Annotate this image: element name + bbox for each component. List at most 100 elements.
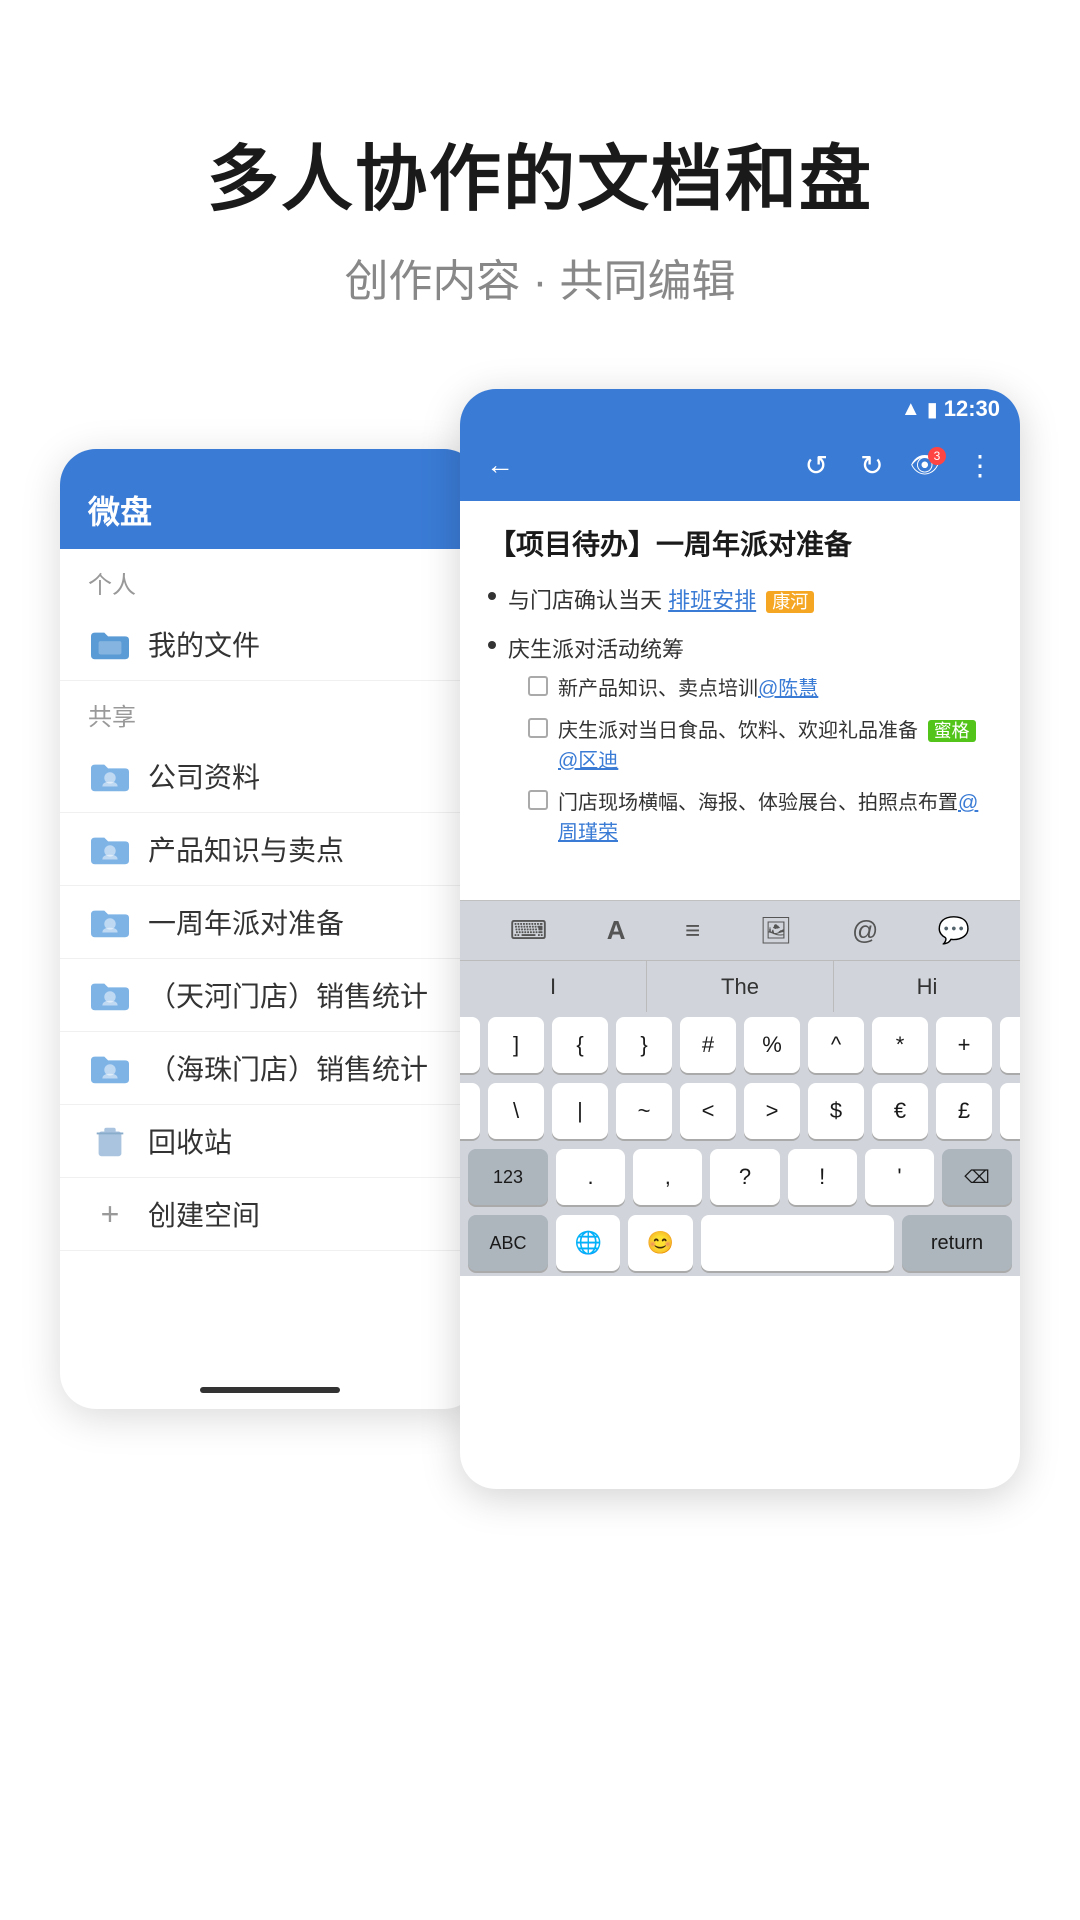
sidebar-item-trash[interactable]: 回收站 — [60, 1105, 480, 1178]
key-percent[interactable]: % — [744, 1017, 800, 1073]
key-asterisk[interactable]: * — [872, 1017, 928, 1073]
checkbox-item-2: 庆生派对当日食品、饮料、欢迎礼品准备 蜜格 @区迪 — [528, 716, 992, 776]
key-abc[interactable]: ABC — [468, 1215, 548, 1271]
back-button[interactable]: ← — [480, 443, 520, 487]
status-bar: ▲ ▮ 12:30 — [460, 389, 1020, 429]
key-backslash[interactable]: \ — [488, 1083, 544, 1139]
key-pound[interactable]: £ — [936, 1083, 992, 1139]
key-plus[interactable]: + — [936, 1017, 992, 1073]
mention-zhourong: @周瑾荣 — [558, 792, 978, 844]
keyboard-body: [ ] { } # % ^ * + = _ \ | ~ < > $ € — [460, 1012, 1020, 1276]
bullet-2-content: 庆生派对活动统筹 新产品知识、卖点培训@陈慧 庆生派对当日食品、饮料、欢迎礼品准… — [508, 633, 992, 860]
bullet-1-content: 与门店确认当天 排班安排 康河 — [508, 584, 814, 617]
weipan-title: 微盘 — [88, 487, 152, 533]
bullet-2-text: 庆生派对活动统筹 — [508, 633, 992, 666]
key-brace-close[interactable]: } — [616, 1017, 672, 1073]
bullet-1-link: 排班安排 — [668, 588, 756, 613]
haizhu-folder-icon — [88, 1046, 132, 1090]
phone-left: 微盘 个人 我的文件 共享 公司资料 — [60, 449, 480, 1409]
key-bracket-open[interactable]: [ — [460, 1017, 480, 1073]
sidebar-item-product[interactable]: 产品知识与卖点 — [60, 813, 480, 886]
suggestion-i[interactable]: I — [460, 961, 647, 1012]
key-space[interactable] — [701, 1215, 894, 1271]
key-row-1: [ ] { } # % ^ * + = — [460, 1012, 1020, 1078]
bullet-dot-2 — [488, 641, 496, 649]
mention-icon[interactable]: @ — [844, 907, 886, 954]
key-question[interactable]: ? — [710, 1149, 779, 1205]
hero-title: 多人协作的文档和盘 — [207, 120, 873, 225]
key-apostrophe[interactable]: ' — [865, 1149, 934, 1205]
checkbox-3-text: 门店现场横幅、海报、体验展台、拍照点布置@周瑾荣 — [558, 788, 992, 848]
sidebar-item-myfiles[interactable]: 我的文件 — [60, 608, 480, 681]
list-icon[interactable]: ≡ — [677, 907, 708, 954]
image-icon[interactable]: 🖼 — [752, 907, 801, 954]
key-comma[interactable]: , — [633, 1149, 702, 1205]
sidebar-item-tianhe[interactable]: （天河门店）销售统计 — [60, 959, 480, 1032]
key-less[interactable]: < — [680, 1083, 736, 1139]
mention-qudi: @区迪 — [558, 750, 618, 772]
key-dollar[interactable]: $ — [808, 1083, 864, 1139]
checkbox-1-text: 新产品知识、卖点培训@陈慧 — [558, 674, 818, 704]
key-tilde[interactable]: ~ — [616, 1083, 672, 1139]
key-pipe[interactable]: | — [552, 1083, 608, 1139]
key-emoji[interactable]: 😊 — [628, 1215, 692, 1271]
sidebar-item-haizhu[interactable]: （海珠门店）销售统计 — [60, 1032, 480, 1105]
key-euro[interactable]: € — [872, 1083, 928, 1139]
redo-button[interactable]: ↻ — [854, 443, 889, 488]
doc-title-text: 【项目待办】一周年派对准备 — [488, 529, 852, 560]
status-icons: ▲ ▮ 12:30 — [901, 396, 1000, 422]
suggestion-the[interactable]: The — [647, 961, 834, 1012]
doc-content: 【项目待办】一周年派对准备 与门店确认当天 排班安排 康河 庆生派对活动统筹 — [460, 501, 1020, 900]
key-greater[interactable]: > — [744, 1083, 800, 1139]
bullet-item-2: 庆生派对活动统筹 新产品知识、卖点培训@陈慧 庆生派对当日食品、饮料、欢迎礼品准… — [488, 633, 992, 860]
company-label: 公司资料 — [148, 756, 260, 796]
key-underscore[interactable]: _ — [460, 1083, 480, 1139]
share-icon[interactable]: 💬 — [930, 907, 978, 954]
hero-subtitle: 创作内容 · 共同编辑 — [207, 245, 873, 309]
checkbox-item-1: 新产品知识、卖点培训@陈慧 — [528, 674, 992, 704]
home-indicator — [200, 1387, 340, 1393]
mige-badge: 蜜格 — [928, 720, 976, 742]
format-text-icon[interactable]: A — [599, 907, 634, 954]
key-123[interactable]: 123 — [468, 1149, 548, 1205]
phones-container: 微盘 个人 我的文件 共享 公司资料 — [60, 389, 1020, 1669]
trash-icon — [88, 1119, 132, 1163]
checkbox-item-3: 门店现场横幅、海报、体验展台、拍照点布置@周瑾荣 — [528, 788, 992, 848]
key-hash[interactable]: # — [680, 1017, 736, 1073]
key-delete[interactable]: ⌫ — [942, 1149, 1012, 1205]
key-middot[interactable]: · — [1000, 1083, 1020, 1139]
undo-button[interactable]: ↺ — [799, 443, 834, 488]
viewers-button[interactable]: 👁 3 — [910, 451, 940, 480]
suggestion-hi[interactable]: Hi — [834, 961, 1020, 1012]
sidebar-item-anniversary[interactable]: 一周年派对准备 — [60, 886, 480, 959]
wifi-icon: ▮ — [927, 397, 938, 422]
checkbox-2[interactable] — [528, 718, 548, 738]
haizhu-label: （海珠门店）销售统计 — [148, 1048, 428, 1088]
more-button[interactable]: ⋮ — [960, 443, 1000, 488]
myfiles-label: 我的文件 — [148, 624, 260, 664]
tianhe-folder-icon — [88, 973, 132, 1017]
key-return[interactable]: return — [902, 1215, 1012, 1271]
trash-label: 回收站 — [148, 1121, 232, 1161]
checkbox-3[interactable] — [528, 790, 548, 810]
status-time: 12:30 — [944, 396, 1000, 422]
key-exclaim[interactable]: ! — [788, 1149, 857, 1205]
key-brace-open[interactable]: { — [552, 1017, 608, 1073]
key-row-bottom: ABC 🌐 😊 return — [460, 1210, 1020, 1276]
sidebar-item-company[interactable]: 公司资料 — [60, 740, 480, 813]
section-shared-label: 共享 — [60, 681, 480, 740]
key-bracket-close[interactable]: ] — [488, 1017, 544, 1073]
keyboard-toolbar: ⌨ A ≡ 🖼 @ 💬 — [460, 900, 1020, 960]
key-globe[interactable]: 🌐 — [556, 1215, 620, 1271]
bullet-dot-1 — [488, 592, 496, 600]
myfiles-icon — [88, 622, 132, 666]
key-period[interactable]: . — [556, 1149, 625, 1205]
key-equals[interactable]: = — [1000, 1017, 1020, 1073]
key-caret[interactable]: ^ — [808, 1017, 864, 1073]
doc-toolbar: ← ↺ ↻ 👁 3 ⋮ — [460, 429, 1020, 501]
checkbox-1[interactable] — [528, 676, 548, 696]
sidebar-item-create[interactable]: + 创建空间 — [60, 1178, 480, 1251]
company-folder-icon — [88, 754, 132, 798]
keyboard-icon[interactable]: ⌨ — [502, 907, 556, 954]
left-header: 微盘 — [60, 449, 480, 549]
